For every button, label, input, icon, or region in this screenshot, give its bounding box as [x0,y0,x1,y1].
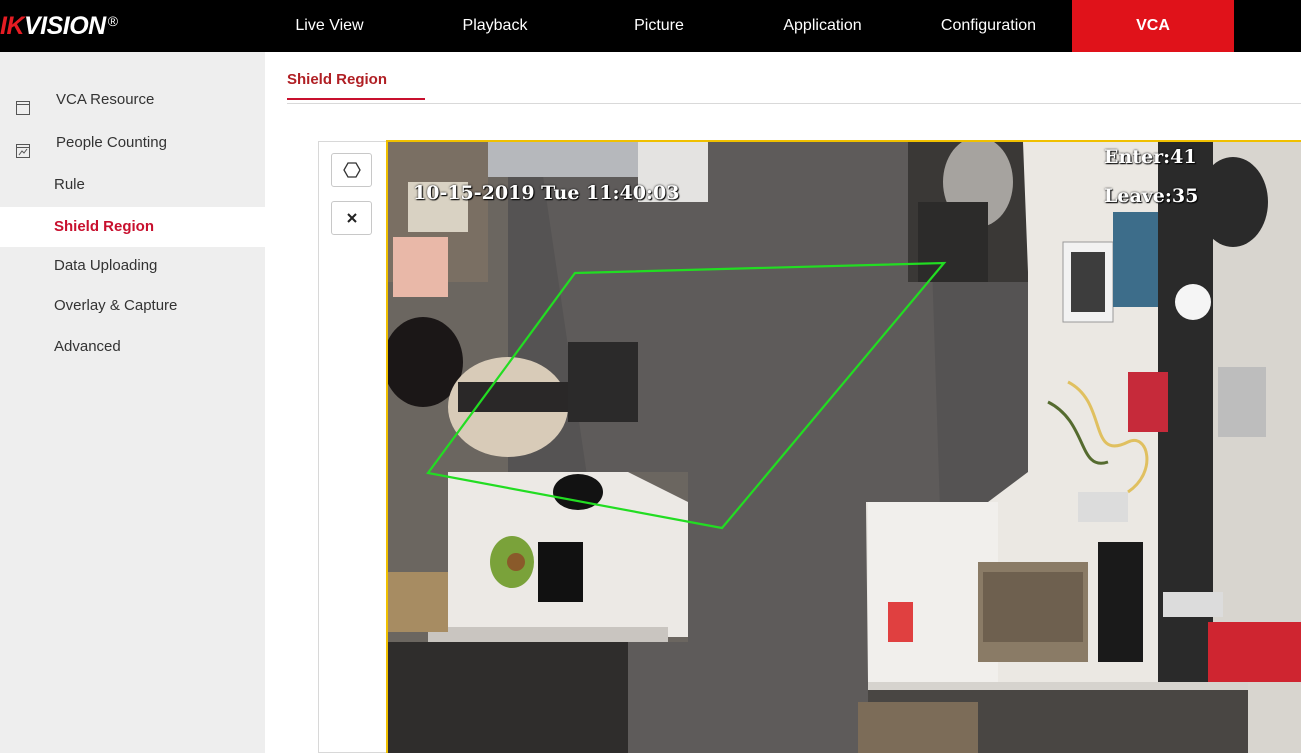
sidebar-item-label: People Counting [56,134,167,151]
sidebar: VCA Resource People Counting Rule Shield… [0,52,265,753]
sidebar-item-label: Shield Region [54,218,155,235]
sidebar-item-people-counting[interactable]: People Counting [0,124,265,162]
sidebar-item-label: Data Uploading [54,257,158,274]
sidebar-item-advanced[interactable]: Advanced [0,328,265,366]
tab-divider [287,103,1301,104]
sidebar-item-overlay-capture[interactable]: Overlay & Capture [0,287,265,325]
nav-vca[interactable]: VCA [1072,0,1234,52]
sidebar-item-vca-resource[interactable]: VCA Resource [0,81,265,119]
nav-picture[interactable]: Picture [600,0,718,52]
hikvision-logo: IKVISION ® [0,12,118,40]
sidebar-item-label: Overlay & Capture [54,297,178,314]
clear-region-button[interactable] [331,201,372,235]
camera-scene [388,142,1301,753]
sidebar-item-shield-region[interactable]: Shield Region [0,207,265,247]
leave-count: Leave:35 [1104,185,1199,207]
nav-live-view[interactable]: Live View [272,0,387,52]
tab-shield-region[interactable]: Shield Region [287,66,425,100]
nav-playback[interactable]: Playback [435,0,555,52]
sidebar-item-label: Advanced [54,338,121,355]
video-preview[interactable]: 10-15-2019 Tue 11:40:03 Enter:41 Leave:3… [386,140,1301,753]
sidebar-item-label: VCA Resource [56,91,155,108]
sidebar-item-data-uploading[interactable]: Data Uploading [0,247,265,285]
sidebar-item-label: Rule [54,176,85,193]
top-navigation-bar: IKVISION ® Live View Playback Picture App… [0,0,1301,52]
nav-configuration[interactable]: Configuration [916,0,1061,52]
nav-application[interactable]: Application [760,0,885,52]
close-icon [345,211,359,225]
hexagon-icon [342,162,361,178]
window-icon [16,92,30,115]
sidebar-item-rule[interactable]: Rule [0,166,265,204]
chart-icon [16,135,30,158]
video-timestamp: 10-15-2019 Tue 11:40:03 [413,182,680,204]
enter-count: Enter:41 [1104,146,1197,168]
draw-region-button[interactable] [331,153,372,187]
